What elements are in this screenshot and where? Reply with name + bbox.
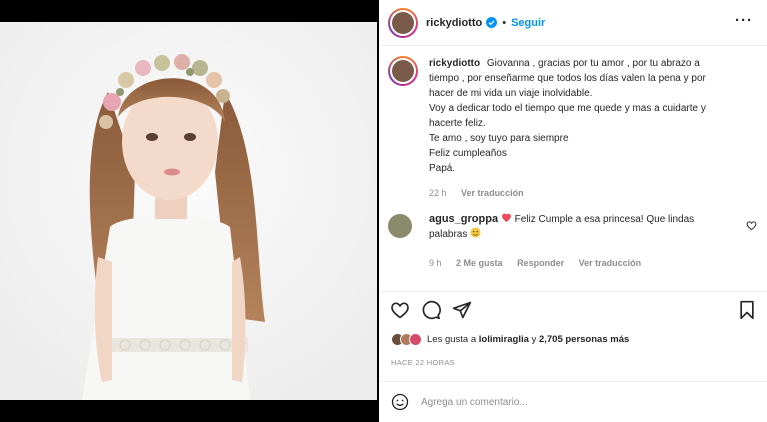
follow-button[interactable]: Seguir xyxy=(511,17,545,29)
author-avatar[interactable] xyxy=(388,7,418,38)
comment-time: 9 h xyxy=(429,258,442,268)
reply-link[interactable]: Responder xyxy=(517,258,564,268)
section-divider xyxy=(379,291,767,292)
caption-line: Feliz cumpleaños xyxy=(429,148,507,159)
commenter-avatar[interactable] xyxy=(388,214,412,238)
caption-username[interactable]: rickydiotto xyxy=(429,58,480,69)
caption-line: hacer de mi vida un viaje inolvidable. xyxy=(429,88,593,99)
liker-username[interactable]: lolimiraglia xyxy=(479,334,529,345)
post-header: rickydiotto • Seguir ··· xyxy=(379,0,767,46)
comment-see-translation-link[interactable]: Ver traducción xyxy=(579,258,642,268)
caption-line: rickydiotto Giovanna , gracias por tu am… xyxy=(429,58,700,69)
separator-dot: • xyxy=(502,16,507,29)
send-icon[interactable] xyxy=(452,300,472,320)
instagram-post-view: rickydiotto • Seguir ··· rickydiotto Gio… xyxy=(0,0,767,422)
face-emoji-icon xyxy=(470,227,481,238)
author-username[interactable]: rickydiotto xyxy=(426,17,482,29)
comment-text: Feliz Cumple a esa princesa! Que lindas xyxy=(514,214,695,225)
comment-text-2: palabras xyxy=(429,229,468,240)
add-comment-bar xyxy=(379,381,767,422)
caption-time: 22 h xyxy=(429,188,447,198)
bookmark-icon[interactable] xyxy=(738,300,756,320)
likes-summary: Les gusta a lolimiraglia y 2,705 persona… xyxy=(391,333,629,346)
caption-avatar[interactable] xyxy=(388,56,418,86)
likes-count-link[interactable]: 2,705 personas más xyxy=(539,334,629,345)
heart-icon[interactable] xyxy=(390,300,410,320)
caption-line: Papá. xyxy=(429,163,456,174)
post-photo[interactable] xyxy=(0,22,377,400)
see-translation-link[interactable]: Ver traducción xyxy=(461,188,524,198)
likes-prefix: Les gusta a xyxy=(427,334,477,345)
caption-line: Voy a dedicar todo el tiempo que me qued… xyxy=(429,103,706,114)
verified-badge-icon xyxy=(486,17,498,28)
red-heart-emoji-icon xyxy=(501,213,511,223)
caption-line: hacerte feliz. xyxy=(429,118,486,129)
post-caption: rickydiotto Giovanna , gracias por tu am… xyxy=(388,56,758,201)
comment-icon[interactable] xyxy=(421,300,441,320)
more-options-icon[interactable]: ··· xyxy=(735,12,753,29)
caption-line: tiempo , por enseñarme que todos los día… xyxy=(429,73,706,84)
commenter-username[interactable]: agus_groppa xyxy=(429,213,498,225)
liker-avatar xyxy=(409,333,422,346)
smile-icon[interactable] xyxy=(391,393,409,411)
likes-middle: y xyxy=(531,334,537,345)
post-details-panel: rickydiotto • Seguir ··· rickydiotto Gio… xyxy=(379,0,767,422)
comment-likes-link[interactable]: 2 Me gusta xyxy=(456,258,503,268)
heart-outline-icon[interactable] xyxy=(746,220,757,231)
post-timestamp: HACE 22 HORAS xyxy=(391,358,455,367)
caption-line: Te amo , soy tuyo para siempre xyxy=(429,133,569,144)
comment-item: agus_groppa Feliz Cumple a esa princesa!… xyxy=(388,212,758,270)
girl-portrait-image xyxy=(0,22,377,400)
action-bar xyxy=(390,300,760,322)
comment-input[interactable] xyxy=(421,396,721,408)
